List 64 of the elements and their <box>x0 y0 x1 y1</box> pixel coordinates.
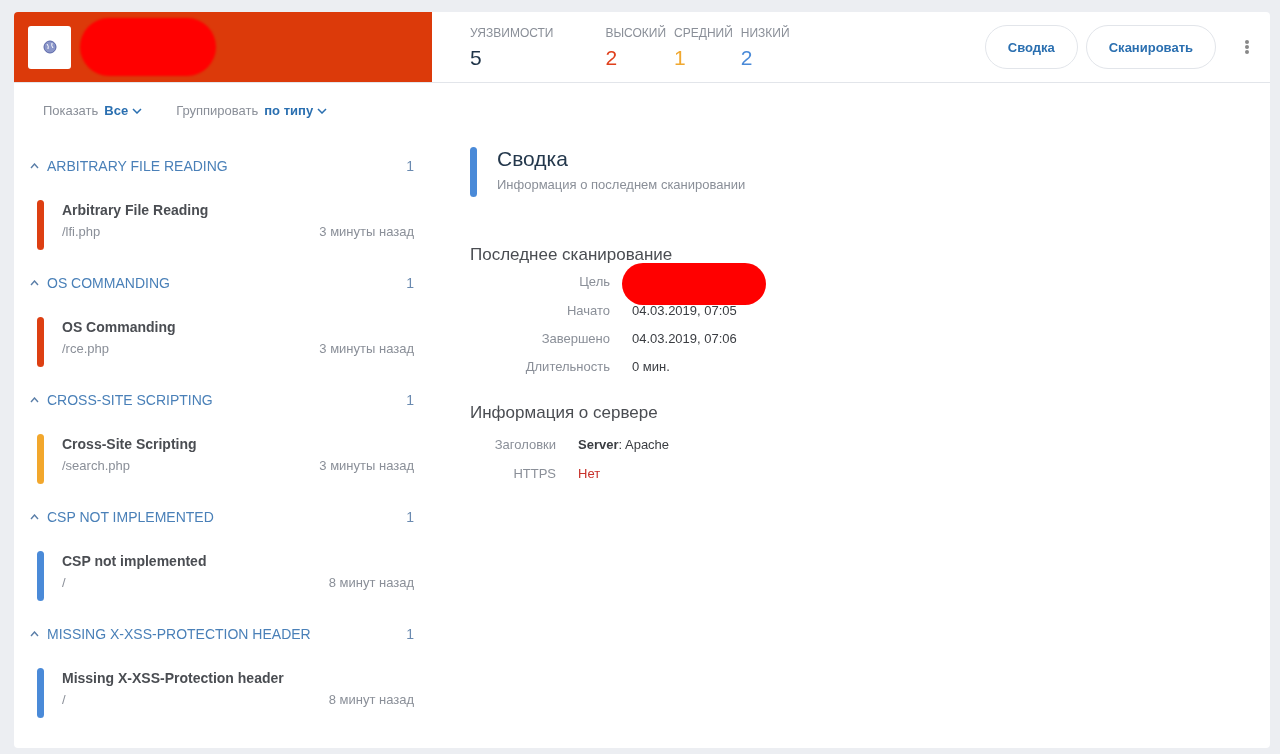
group-title[interactable]: OS COMMANDING <box>47 275 170 291</box>
vulnerability-path: /search.php <box>62 458 130 473</box>
vulnerability-path: /lfi.php <box>62 224 101 239</box>
vulnerability-time: 3 минуты назад <box>319 224 414 239</box>
stat-value: 5 <box>470 46 483 70</box>
collapse-icon[interactable] <box>30 163 39 169</box>
field-label: HTTPS <box>512 466 556 481</box>
stat-value: 2 <box>605 46 619 70</box>
field-label: Заголовки <box>493 437 556 452</box>
header-button[interactable]: Сканировать <box>1085 25 1216 69</box>
field-value: 0 мин. <box>632 359 671 375</box>
field-value: Нет <box>578 466 602 481</box>
vulnerability-time: 3 минуты назад <box>319 458 414 473</box>
group-count: 1 <box>406 275 414 291</box>
section-accent <box>470 147 477 197</box>
group-title[interactable]: MISSING X-XSS-PROTECTION HEADER <box>47 626 311 642</box>
group-title[interactable]: CROSS-SITE SCRIPTING <box>47 392 213 408</box>
filter-label: Показать <box>43 103 99 118</box>
caret-icon[interactable] <box>317 107 328 114</box>
globe-icon <box>42 40 57 54</box>
field-value: 04.03.2019, 07:05 <box>632 303 738 319</box>
vulnerability-time: 8 минут назад <box>328 575 414 590</box>
filter-label: Группировать <box>176 103 259 118</box>
field-value: Server: Apache <box>578 437 670 452</box>
field-label: Начато <box>565 303 610 319</box>
collapse-icon[interactable] <box>30 280 39 286</box>
vulnerability-name[interactable]: Missing X-XSS-Protection header <box>62 670 414 686</box>
vulnerability-time: 8 минут назад <box>328 692 414 707</box>
filter-dropdown[interactable]: по типу <box>264 103 328 118</box>
section-title: Последнее сканирование <box>470 245 674 265</box>
section-title: Информация о сервере <box>470 403 659 423</box>
field-label: Завершено <box>540 331 610 347</box>
vulnerability-name[interactable]: OS Commanding <box>62 319 414 335</box>
vulnerability-name[interactable]: Cross-Site Scripting <box>62 436 414 452</box>
group-title[interactable]: ARBITRARY FILE READING <box>47 158 228 174</box>
stat-value: 1 <box>674 46 687 70</box>
stat-label: СРЕДНИЙ <box>674 26 733 40</box>
field-value: 04.03.2019, 07:06 <box>632 331 738 347</box>
summary-title: Сводка <box>497 147 569 171</box>
filter-dropdown[interactable]: Все <box>104 103 143 118</box>
more-icon[interactable] <box>1244 39 1250 55</box>
stat-label: ВЫСОКИЙ <box>605 26 667 40</box>
group-count: 1 <box>406 626 414 642</box>
summary-subtitle: Информация о последнем сканировании <box>497 177 746 192</box>
group-count: 1 <box>406 392 414 408</box>
collapse-icon[interactable] <box>30 514 39 520</box>
group-title[interactable]: CSP NOT IMPLEMENTED <box>47 509 214 525</box>
collapse-icon[interactable] <box>30 631 39 637</box>
collapse-icon[interactable] <box>30 397 39 403</box>
header-button[interactable]: Сводка <box>984 25 1078 69</box>
group-count: 1 <box>406 158 414 174</box>
stat-label: УЯЗВИМОСТИ <box>470 26 554 40</box>
field-label: Длительность <box>524 359 610 375</box>
vulnerability-path: / <box>62 575 66 590</box>
stat-label: НИЗКИЙ <box>740 26 790 40</box>
vulnerability-time: 3 минуты назад <box>319 341 414 356</box>
stat-value: 2 <box>740 46 754 70</box>
caret-icon[interactable] <box>132 107 143 114</box>
vulnerability-name[interactable]: CSP not implemented <box>62 553 414 569</box>
group-count: 1 <box>406 509 414 525</box>
vulnerability-name[interactable]: Arbitrary File Reading <box>62 202 414 218</box>
field-label: Цель <box>578 274 610 290</box>
vulnerability-path: / <box>62 692 66 707</box>
vulnerability-path: /rce.php <box>62 341 109 356</box>
